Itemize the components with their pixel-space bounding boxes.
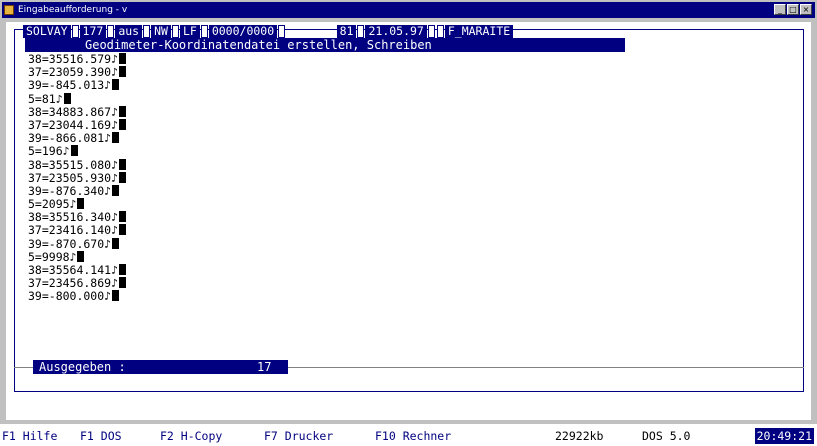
end-of-record-mark — [119, 264, 127, 275]
console-area[interactable]: SOLVAY 177 aus NW LF 0000/0000 81 21.05.… — [6, 22, 811, 420]
record-counter: 0000/0000 — [208, 24, 278, 38]
frame-left-line — [14, 29, 15, 391]
output-counter-bar: Ausgegeben : 17 — [33, 360, 288, 374]
coordinate-text: 37=23059.390♪ — [28, 65, 119, 80]
f1-dos-key[interactable]: F1 DOS — [80, 428, 122, 444]
coordinate-text: 38=35516.579♪ — [28, 52, 119, 66]
output-counter-value: 17 — [257, 360, 272, 374]
end-of-record-mark — [112, 79, 120, 91]
line-feed-flag: LF — [179, 24, 200, 38]
end-of-record-mark — [119, 105, 127, 117]
header-separator — [107, 24, 115, 38]
date-field: 21.05.97 — [365, 24, 427, 38]
direction-flag: NW — [151, 24, 171, 38]
header-separator — [200, 24, 208, 38]
end-of-record-mark — [119, 118, 127, 130]
coordinate-text: 37=23044.169♪ — [28, 117, 119, 132]
output-mode: aus — [115, 24, 143, 38]
header-separator — [278, 24, 286, 38]
header-separator — [71, 24, 79, 38]
minimize-button[interactable]: _ — [774, 4, 786, 15]
dos-version: DOS 5.0 — [642, 429, 691, 443]
frame-right-line — [803, 29, 804, 391]
coordinate-text: 5=9998♪ — [28, 249, 77, 264]
status-code: 81 — [336, 24, 357, 38]
job-number: 177 — [79, 24, 107, 38]
coordinate-text: 5=196♪ — [28, 144, 70, 159]
f7-printer-key[interactable]: F7 Drucker — [264, 428, 333, 444]
memory-indicator: 22922kb — [555, 429, 604, 443]
header-separator — [357, 24, 365, 38]
f1-help-key[interactable]: F1 Hilfe — [2, 428, 57, 444]
end-of-record-mark — [112, 184, 120, 196]
clock: 20:49:21 — [754, 428, 814, 444]
console-window: Eingabeaufforderung - v _ □ × SOLVAY 177… — [0, 0, 817, 424]
coordinate-text: 5=81♪ — [28, 91, 63, 106]
coordinate-list: 38=35516.579♪ 37=23059.390♪ 39=-845.013♪ 5=… — [28, 52, 127, 304]
end-of-record-mark — [70, 145, 78, 157]
header-separator — [436, 24, 444, 38]
window-controls: _ □ × — [774, 4, 812, 15]
function-key-bar: F1 Hilfe F1 DOS F2 H-Copy F7 Drucker F10… — [0, 428, 817, 444]
coordinate-text: 39=-845.013♪ — [28, 78, 112, 93]
end-of-record-mark — [119, 171, 127, 183]
close-button[interactable]: × — [800, 4, 812, 15]
coordinate-text: 37=23456.869♪ — [28, 276, 119, 291]
header-separator — [143, 24, 151, 38]
coordinate-text: 38=35516.340♪ — [28, 210, 119, 225]
end-of-record-mark — [119, 53, 127, 64]
title-bar[interactable]: Eingabeaufforderung - v _ □ × — [2, 2, 815, 18]
coordinate-text: 39=-876.340♪ — [28, 183, 112, 198]
end-of-record-mark — [119, 224, 127, 236]
coordinate-text: 37=23505.930♪ — [28, 170, 119, 185]
end-of-record-mark — [119, 277, 127, 289]
window-title: Eingabeaufforderung - v — [18, 5, 128, 15]
coordinate-text: 5=2095♪ — [28, 197, 77, 212]
coordinate-text: 39=-800.000♪ — [28, 289, 112, 304]
coordinate-text: 38=35564.141♪ — [28, 263, 119, 277]
maximize-button[interactable]: □ — [787, 4, 799, 15]
project-name: SOLVAY — [23, 24, 71, 38]
header-separator — [171, 24, 179, 38]
f2-hcopy-key[interactable]: F2 H-Copy — [160, 428, 222, 444]
app-icon — [4, 5, 14, 15]
screen-title: Geodimeter-Koordinatendatei erstellen, S… — [25, 38, 625, 52]
header-dash — [286, 25, 336, 38]
end-of-record-mark — [119, 211, 127, 223]
end-of-record-mark — [119, 66, 127, 78]
end-of-record-mark — [112, 237, 120, 249]
coordinate-text: 38=35515.080♪ — [28, 157, 119, 172]
coordinate-text: 39=-870.670♪ — [28, 236, 112, 251]
end-of-record-mark — [63, 92, 71, 104]
output-counter-label: Ausgegeben : — [39, 360, 126, 374]
end-of-record-mark — [119, 158, 127, 170]
frame-bottom-line — [14, 391, 804, 392]
end-of-record-mark — [77, 198, 85, 210]
end-of-record-mark — [77, 250, 85, 262]
coordinate-text: 38=34883.867♪ — [28, 104, 119, 119]
coordinate-text: 39=-866.081♪ — [28, 131, 112, 146]
header-separator — [427, 24, 435, 38]
end-of-record-mark — [112, 290, 120, 302]
user-name: F_MARAITE — [444, 24, 514, 38]
coordinate-line: 39=-800.000♪ — [28, 290, 126, 303]
coordinate-text: 37=23416.140♪ — [28, 223, 119, 238]
end-of-record-mark — [112, 132, 120, 144]
header-status-line: SOLVAY 177 aus NW LF 0000/0000 81 21.05.… — [23, 24, 514, 38]
f10-calculator-key[interactable]: F10 Rechner — [375, 428, 451, 444]
